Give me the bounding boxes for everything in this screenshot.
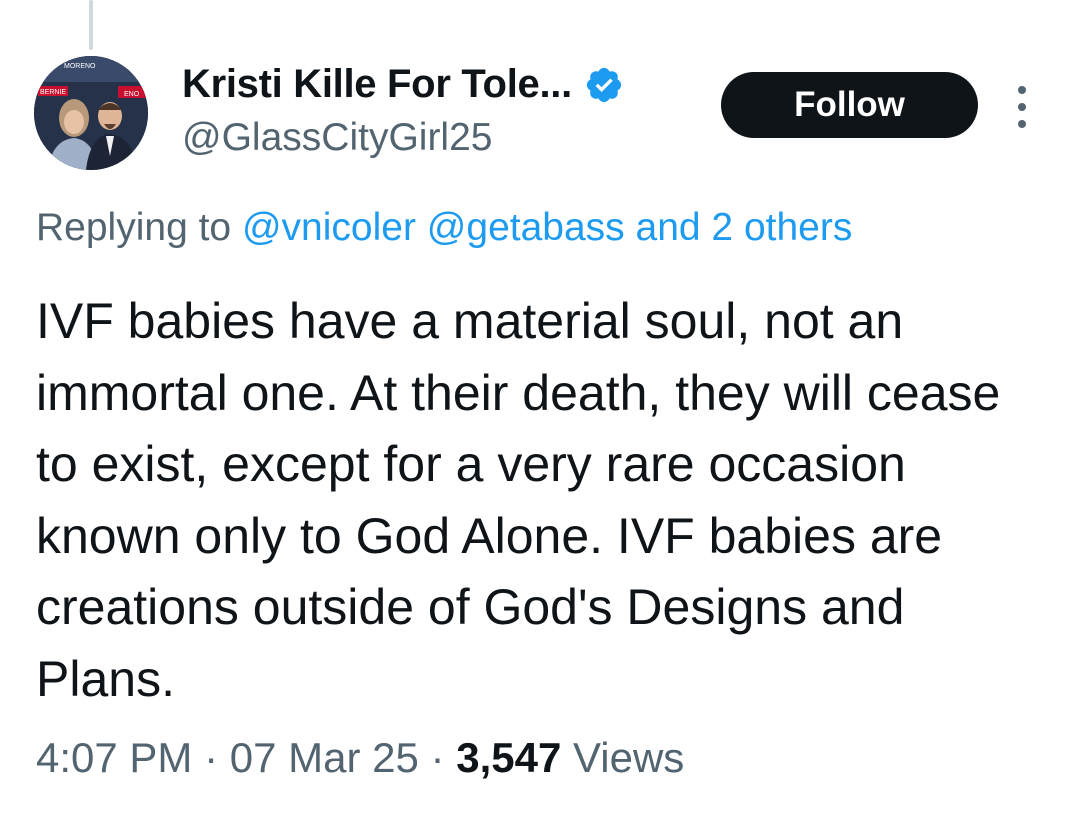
mention-link-getabass[interactable]: @getabass <box>427 206 625 249</box>
thread-connector-line <box>89 0 93 50</box>
more-dot <box>1018 103 1026 111</box>
tweet-text: IVF babies have a material soul, not an … <box>36 293 1001 707</box>
reply-prefix: Replying to <box>36 206 232 249</box>
meta-separator: · <box>204 734 219 781</box>
meta-separator: · <box>430 734 445 781</box>
more-dot <box>1018 86 1026 94</box>
follow-button[interactable]: Follow <box>721 72 978 138</box>
author-handle[interactable]: @GlassCityGirl25 <box>182 116 492 160</box>
avatar[interactable]: BERNIE MORENO ENO <box>34 56 148 170</box>
tweet-time[interactable]: 4:07 PM <box>36 734 192 781</box>
mention-link-others[interactable]: and 2 others <box>636 206 853 249</box>
tweet-meta: 4:07 PM · 07 Mar 25 · 3,547 Views <box>36 734 684 782</box>
verified-badge-icon <box>584 65 624 105</box>
display-name[interactable]: Kristi Kille For Tole... <box>182 62 572 107</box>
more-dot <box>1018 120 1026 128</box>
views-count[interactable]: 3,547 <box>456 734 561 781</box>
more-options-icon[interactable] <box>1010 86 1034 128</box>
avatar-banner-text: MORENO <box>64 63 96 70</box>
mention-link-vnicoler[interactable]: @vnicoler <box>242 206 416 249</box>
views-label[interactable]: Views <box>573 734 684 781</box>
avatar-sign-text-right: ENO <box>124 91 140 98</box>
avatar-sign-text: BERNIE <box>40 89 66 96</box>
reply-context: Replying to @vnicoler @getabass and 2 ot… <box>36 206 852 250</box>
display-name-row[interactable]: Kristi Kille For Tole... <box>182 62 624 107</box>
tweet-date[interactable]: 07 Mar 25 <box>230 734 419 781</box>
avatar-image: BERNIE MORENO ENO <box>34 56 148 170</box>
